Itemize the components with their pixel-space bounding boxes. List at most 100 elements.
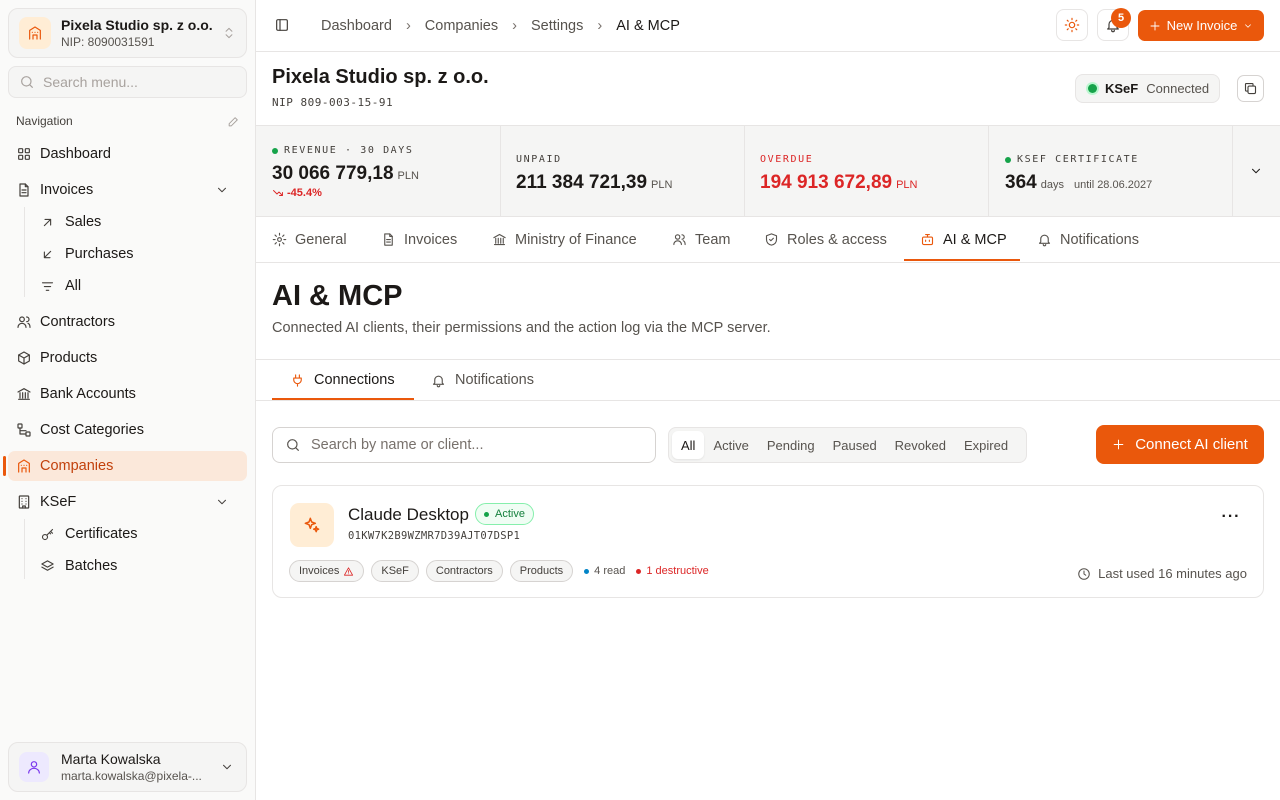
company-title: Pixela Studio sp. z o.o. — [272, 66, 489, 88]
destructive-count: 1 destructive — [636, 565, 709, 577]
stat-change: -45.4% — [272, 187, 322, 199]
tab-label: Notifications — [1060, 231, 1139, 248]
sidebar-item-invoices[interactable]: Invoices — [8, 175, 247, 205]
users-icon — [16, 314, 40, 330]
stats-bar: REVENUE · 30 DAYS 30 066 779,18 PLN -45.4… — [256, 125, 1280, 217]
sidebar-item-label: Purchases — [65, 246, 134, 262]
tab-sub-notifications[interactable]: Notifications — [431, 360, 534, 400]
edit-icon[interactable] — [227, 115, 240, 128]
stat-value: 30 066 779,18 PLN — [272, 163, 419, 185]
sidebar-item-products[interactable]: Products — [8, 343, 247, 373]
stat-label-text: KSEF CERTIFICATE — [1017, 154, 1139, 165]
sub-tabs: Connections Notifications — [256, 359, 1280, 401]
file-text-icon — [381, 232, 396, 247]
stats-expand-button[interactable] — [1232, 126, 1280, 216]
sidebar-item-label: KSeF — [40, 494, 77, 510]
breadcrumb-dashboard[interactable]: Dashboard — [321, 18, 392, 34]
filter-lines-icon — [40, 279, 65, 294]
landmark-icon — [492, 232, 507, 247]
stat-label: KSEF CERTIFICATE — [1005, 154, 1139, 165]
settings-tabs: General Invoices Ministry of Finance Tea… — [256, 217, 1280, 263]
last-used-label: Last used 16 minutes ago — [1098, 566, 1247, 581]
connections-search-input[interactable] — [311, 437, 641, 453]
stat-label-text: REVENUE · 30 DAYS — [284, 145, 414, 156]
tab-label: Ministry of Finance — [515, 231, 637, 248]
user-email: marta.kowalska@pixela-... — [61, 769, 202, 783]
breadcrumb-settings[interactable]: Settings — [531, 18, 583, 34]
tab-invoices[interactable]: Invoices — [381, 217, 457, 262]
filter-expired[interactable]: Expired — [955, 431, 1017, 459]
connection-id: 01KW7K2B9WZMR7D39AJT07DSP1 — [348, 530, 521, 542]
user-menu[interactable]: Marta Kowalska marta.kowalska@pixela-... — [8, 742, 247, 792]
nav-heading-label: Navigation — [16, 114, 73, 128]
tab-general[interactable]: General — [272, 217, 347, 262]
search-icon — [19, 74, 35, 90]
sidebar: Pixela Studio sp. z o.o. NIP: 8090031591… — [0, 0, 256, 800]
sidebar-item-sales[interactable]: Sales — [32, 208, 242, 236]
sidebar-item-purchases[interactable]: Purchases — [32, 240, 242, 268]
chevron-right-icon: › — [597, 18, 603, 34]
chevron-down-icon — [1249, 164, 1263, 178]
filter-active[interactable]: Active — [704, 431, 757, 459]
tab-label: Team — [695, 231, 731, 248]
sidebar-item-ksef[interactable]: KSeF — [8, 487, 247, 517]
breadcrumb-companies[interactable]: Companies — [425, 18, 498, 34]
tab-team[interactable]: Team — [672, 217, 730, 262]
status-dot — [484, 511, 489, 517]
sidebar-item-certificates[interactable]: Certificates — [32, 520, 242, 548]
stat-label-text: OVERDUE — [760, 154, 814, 165]
org-nip: NIP: 8090031591 — [61, 35, 155, 49]
destructive-count-label: 1 destructive — [646, 565, 709, 577]
plug-icon — [290, 373, 305, 388]
status-label: Active — [495, 508, 525, 520]
status-dot — [1005, 156, 1011, 163]
sidebar-item-label: Cost Categories — [40, 422, 144, 438]
sidebar-item-all[interactable]: All — [32, 272, 242, 300]
tab-roles-access[interactable]: Roles & access — [764, 217, 887, 262]
bell-icon — [431, 373, 446, 388]
connect-ai-client-button[interactable]: Connect AI client — [1096, 425, 1264, 464]
copy-button[interactable] — [1237, 75, 1264, 102]
sidebar-toggle-icon[interactable] — [274, 17, 290, 33]
stat-number: 364 — [1005, 172, 1037, 193]
tab-notifications[interactable]: Notifications — [1037, 217, 1139, 262]
sidebar-item-bank-accounts[interactable]: Bank Accounts — [8, 379, 247, 409]
status-badge: Active — [475, 503, 534, 525]
sub-nav-line — [24, 207, 25, 297]
notification-count-badge: 5 — [1111, 8, 1131, 28]
sidebar-search-input[interactable] — [43, 74, 233, 90]
theme-toggle-button[interactable] — [1056, 9, 1088, 41]
nav-heading: Navigation — [16, 114, 240, 128]
filter-pending[interactable]: Pending — [758, 431, 824, 459]
page-title: AI & MCP — [272, 280, 403, 312]
stat-value: 364 days until 28.06.2027 — [1005, 172, 1152, 194]
stat-value: 211 384 721,39 PLN — [516, 172, 672, 194]
ksef-status-badge: KSeF Connected — [1075, 74, 1220, 103]
sidebar-item-contractors[interactable]: Contractors — [8, 307, 247, 337]
breadcrumb: Dashboard › Companies › Settings › AI & … — [321, 0, 680, 52]
new-invoice-button[interactable]: New Invoice — [1138, 10, 1264, 41]
filter-all[interactable]: All — [672, 431, 705, 459]
arrow-up-right-icon — [40, 215, 65, 230]
sidebar-item-dashboard[interactable]: Dashboard — [8, 139, 247, 169]
stat-unpaid: UNPAID 211 384 721,39 PLN — [501, 126, 745, 216]
stat-value: 194 913 672,89 PLN — [760, 172, 917, 194]
tab-ministry-of-finance[interactable]: Ministry of Finance — [492, 217, 637, 262]
tab-connections[interactable]: Connections — [290, 360, 395, 400]
connect-ai-client-label: Connect AI client — [1135, 436, 1248, 453]
scope-chip-invoices: Invoices — [289, 560, 365, 582]
connection-card[interactable]: Claude Desktop Active 01KW7K2B9WZMR7D39A… — [272, 485, 1264, 598]
stat-number: 194 913 672,89 — [760, 172, 893, 193]
filter-paused[interactable]: Paused — [824, 431, 886, 459]
tab-ai-mcp[interactable]: AI & MCP — [920, 217, 1007, 262]
plus-icon — [1149, 20, 1161, 32]
filter-revoked[interactable]: Revoked — [886, 431, 955, 459]
search-icon — [285, 437, 301, 453]
org-switcher[interactable]: Pixela Studio sp. z o.o. NIP: 8090031591 — [8, 8, 247, 58]
sidebar-item-companies[interactable]: Companies — [8, 451, 247, 481]
sidebar-item-cost-categories[interactable]: Cost Categories — [8, 415, 247, 445]
building-icon — [16, 458, 40, 474]
more-options-icon[interactable]: ··· — [1219, 506, 1243, 528]
sidebar-item-batches[interactable]: Batches — [32, 552, 242, 580]
page-subtitle: Connected AI clients, their permissions … — [272, 320, 771, 336]
